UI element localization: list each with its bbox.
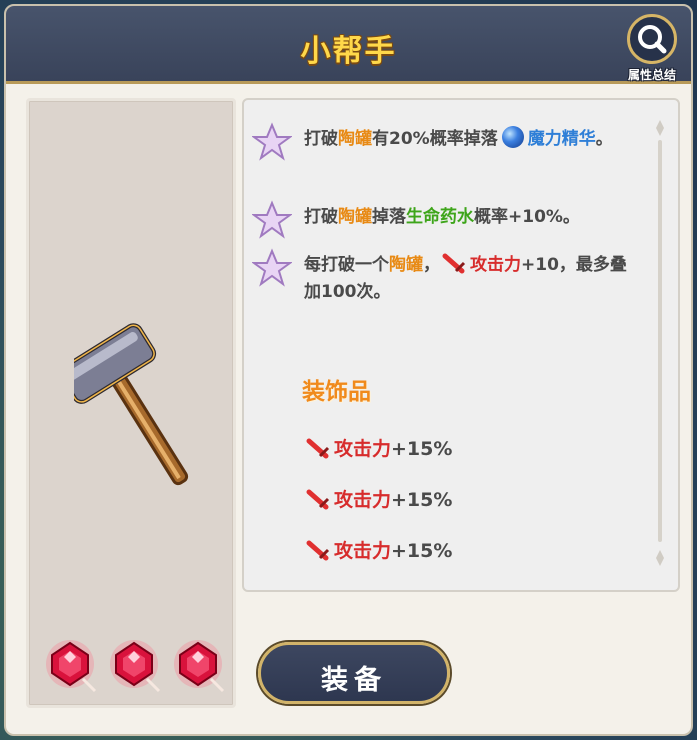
effect-text: 每打破一个陶罐， 攻击力+10，最多叠加100次。 [304,253,627,302]
attribute-summary-button[interactable]: 属性总结 [617,10,687,84]
item-description: 打破陶罐有20%概率掉落 魔力精华。 打破陶罐掉落生命药水概率+10%。 每打破一… [242,98,680,592]
sword-icon [306,489,330,510]
page-title: 小帮手 [300,34,397,69]
item-detail-panel: 小帮手 属性总结 打破陶罐有20%概率掉落 魔力精华。 打破陶罐掉落生命药水概率… [4,4,693,736]
equip-button-label: 装备 [321,665,387,696]
scrollbar[interactable] [648,120,672,566]
summary-circle [627,14,677,64]
ruby-gem-icon[interactable] [107,637,165,695]
hammer-icon [74,323,189,486]
ruby-gem-icon[interactable] [171,637,229,695]
ruby-gem-icon[interactable] [43,637,101,695]
star-icon [252,122,292,161]
star-icon [252,248,292,287]
gem-slots [43,637,233,697]
decoration-stat: 攻击力+15% [304,434,452,461]
star-icon [252,200,292,239]
effect-text: 打破陶罐掉落生命药水概率+10%。 [304,207,580,227]
title-bar: 小帮手 属性总结 [6,6,691,84]
sword-icon [306,438,330,459]
sword-icon [442,253,466,274]
decoration-stat: 攻击力+15% [304,485,452,512]
summary-label: 属性总结 [627,68,676,82]
decoration-title: 装饰品 [302,379,371,405]
sword-icon [306,540,330,561]
item-preview [26,98,236,708]
decoration-stat: 攻击力+15% [304,536,452,563]
effect-text: 打破陶罐有20%概率掉落 魔力精华。 [304,126,634,153]
equip-button[interactable]: 装备 [258,642,450,704]
magnifier-icon [638,25,667,54]
mana-orb-icon [501,126,524,148]
